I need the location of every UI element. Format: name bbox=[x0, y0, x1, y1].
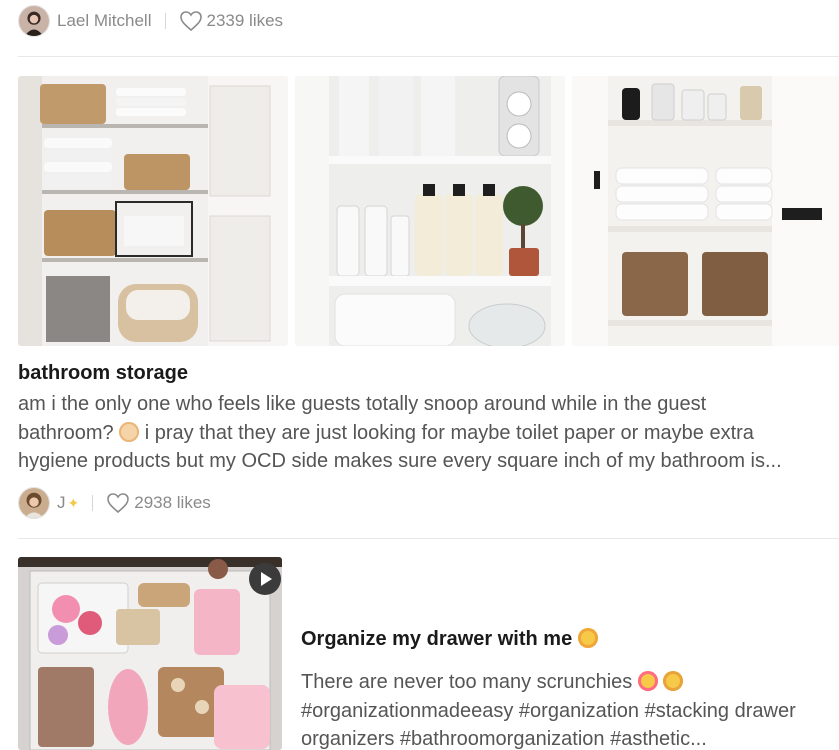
author-name[interactable]: Lael Mitchell bbox=[57, 11, 152, 31]
author-row-top: Lael Mitchell 2339 likes bbox=[18, 3, 283, 39]
post-body-line: bathroom? i pray that they are just look… bbox=[18, 419, 828, 448]
drawer-video-thumbnail[interactable] bbox=[18, 557, 282, 750]
divider bbox=[18, 56, 839, 57]
post-title[interactable]: bathroom storage bbox=[18, 362, 188, 385]
post-body-line: hygiene products but my OCD side makes s… bbox=[18, 450, 782, 472]
sparkles-emoji: ✦ bbox=[67, 494, 80, 511]
video-description-line: #organizationmadeeasy #organization #sta… bbox=[301, 699, 796, 722]
post-body-text: i pray that they are just looking for ma… bbox=[139, 421, 754, 444]
star-struck-emoji bbox=[637, 671, 658, 691]
smiling-face-with-hearts-emoji bbox=[577, 628, 598, 648]
like-count: 2339 likes bbox=[206, 11, 284, 30]
video-description-text: There are never too many scrunchies bbox=[301, 671, 633, 693]
like-count: 2938 likes bbox=[134, 493, 211, 512]
video-description-line: There are never too many scrunchies bbox=[301, 668, 831, 697]
post-body-text: bathroom? bbox=[18, 421, 120, 444]
post-body[interactable]: am i the only one who feels like guests … bbox=[18, 390, 828, 476]
zany-face-emoji bbox=[663, 671, 684, 691]
author-avatar[interactable] bbox=[18, 487, 50, 519]
author-avatar[interactable] bbox=[18, 5, 50, 37]
post-body-line: am i the only one who feels like guests … bbox=[18, 393, 707, 415]
separator bbox=[164, 13, 166, 29]
author-name[interactable]: J bbox=[57, 493, 66, 513]
divider bbox=[18, 538, 839, 539]
video-description-line: organizers #bathroomorganization #asthet… bbox=[301, 728, 707, 750]
heart-icon[interactable] bbox=[106, 492, 130, 514]
laundry-shelf-photo[interactable] bbox=[295, 76, 565, 346]
flushed-face-emoji bbox=[119, 421, 140, 442]
video-title[interactable]: Organize my drawer with me bbox=[301, 628, 598, 651]
play-button[interactable] bbox=[249, 563, 281, 595]
separator bbox=[92, 495, 94, 511]
heart-icon[interactable] bbox=[179, 10, 203, 32]
video-title-text: Organize my drawer with me bbox=[301, 628, 573, 650]
linen-closet-photo[interactable] bbox=[18, 76, 288, 346]
cabinet-towels-photo[interactable] bbox=[572, 76, 839, 346]
video-description[interactable]: There are never too many scrunchies #org… bbox=[301, 668, 831, 750]
author-row-main: J ✦ 2938 likes bbox=[18, 485, 211, 521]
play-icon bbox=[261, 572, 272, 586]
